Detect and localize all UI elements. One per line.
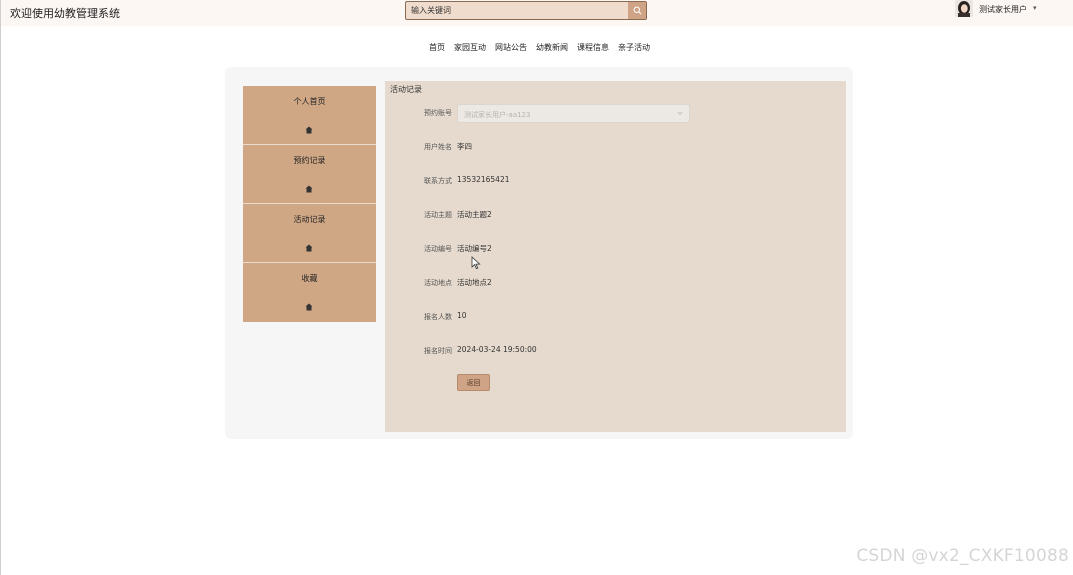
- nav-item-courses[interactable]: 课程信息: [577, 42, 609, 53]
- field-value: 活动编号2: [457, 244, 492, 253]
- search-box: [405, 1, 647, 20]
- sidebar-item-reservations[interactable]: 预约记录: [243, 145, 376, 204]
- form-row-signup-count: 报名人数 10: [385, 308, 846, 324]
- user-menu-caret-icon[interactable]: ▾: [1033, 4, 1037, 12]
- form-row-activity-no: 活动编号 活动编号2: [385, 240, 846, 256]
- sidebar-item-label: 个人首页: [293, 97, 326, 106]
- main-nav: 首页 家园互动 网站公告 幼教新闻 课程信息 亲子活动: [429, 42, 650, 53]
- field-label: 报名人数: [424, 313, 452, 321]
- field-label: 预约账号: [424, 109, 452, 117]
- field-label: 活动地点: [424, 279, 452, 287]
- form-row-account: 预约账号 测试家长用户-aa123: [385, 104, 846, 123]
- activity-record-panel: 活动记录 预约账号 测试家长用户-aa123 用户姓名 李四 联系方式 1353…: [385, 81, 846, 432]
- top-header: 欢迎使用幼教管理系统 测试家长用户 ▾: [1, 0, 1073, 26]
- field-value: 13532165421: [457, 175, 510, 184]
- nav-item-home[interactable]: 首页: [429, 42, 445, 53]
- field-value: 10: [457, 311, 467, 320]
- field-label: 用户姓名: [424, 143, 452, 151]
- avatar-image: [955, 0, 973, 17]
- sidebar-item-activity-records[interactable]: 活动记录: [243, 204, 376, 263]
- select-value: 测试家长用户-aa123: [464, 111, 531, 119]
- search-button[interactable]: [628, 2, 646, 19]
- sidebar-item-label: 预约记录: [293, 156, 326, 165]
- field-value: 活动主题2: [457, 210, 492, 219]
- mouse-cursor-icon: [471, 256, 481, 270]
- nav-item-interaction[interactable]: 家园互动: [454, 42, 486, 53]
- sidebar: 个人首页 预约记录 活动记录 收藏: [243, 86, 376, 322]
- sidebar-item-label: 活动记录: [293, 215, 326, 224]
- form-row-activity-theme: 活动主题 活动主题2: [385, 206, 846, 222]
- chevron-down-icon: [677, 111, 683, 115]
- panel-title: 活动记录: [390, 85, 422, 94]
- field-value: 李四: [457, 142, 472, 151]
- field-value: 2024-03-24 19:50:00: [457, 345, 537, 354]
- user-name[interactable]: 测试家长用户: [979, 4, 1027, 15]
- home-icon: [305, 185, 313, 193]
- field-label: 联系方式: [424, 177, 452, 185]
- avatar[interactable]: [955, 0, 973, 17]
- form-row-signup-time: 报名时间 2024-03-24 19:50:00: [385, 342, 846, 358]
- home-icon: [305, 303, 313, 311]
- home-icon: [305, 244, 313, 252]
- field-label: 活动编号: [424, 245, 452, 253]
- sidebar-item-profile[interactable]: 个人首页: [243, 86, 376, 145]
- account-select[interactable]: 测试家长用户-aa123: [457, 104, 690, 123]
- watermark: CSDN @vx2_CXKF10088: [856, 546, 1069, 566]
- field-value: 活动地点2: [457, 278, 492, 287]
- form-row-phone: 联系方式 13532165421: [385, 172, 846, 188]
- page: 欢迎使用幼教管理系统 测试家长用户 ▾ 首页 家园互动 网站公告: [0, 0, 1073, 575]
- home-icon: [305, 126, 313, 134]
- search-icon: [633, 6, 641, 15]
- form-row-activity-place: 活动地点 活动地点2: [385, 274, 846, 290]
- nav-item-notice[interactable]: 网站公告: [495, 42, 527, 53]
- sidebar-item-label: 收藏: [301, 274, 318, 283]
- sidebar-item-favorites[interactable]: 收藏: [243, 263, 376, 322]
- search-input[interactable]: [406, 2, 628, 19]
- site-title: 欢迎使用幼教管理系统: [10, 7, 120, 20]
- nav-item-news[interactable]: 幼教新闻: [536, 42, 568, 53]
- back-button[interactable]: 返回: [457, 374, 490, 391]
- field-label: 活动主题: [424, 211, 452, 219]
- form-row-user-name: 用户姓名 李四: [385, 138, 846, 154]
- nav-item-activities[interactable]: 亲子活动: [618, 42, 650, 53]
- field-label: 报名时间: [424, 347, 452, 355]
